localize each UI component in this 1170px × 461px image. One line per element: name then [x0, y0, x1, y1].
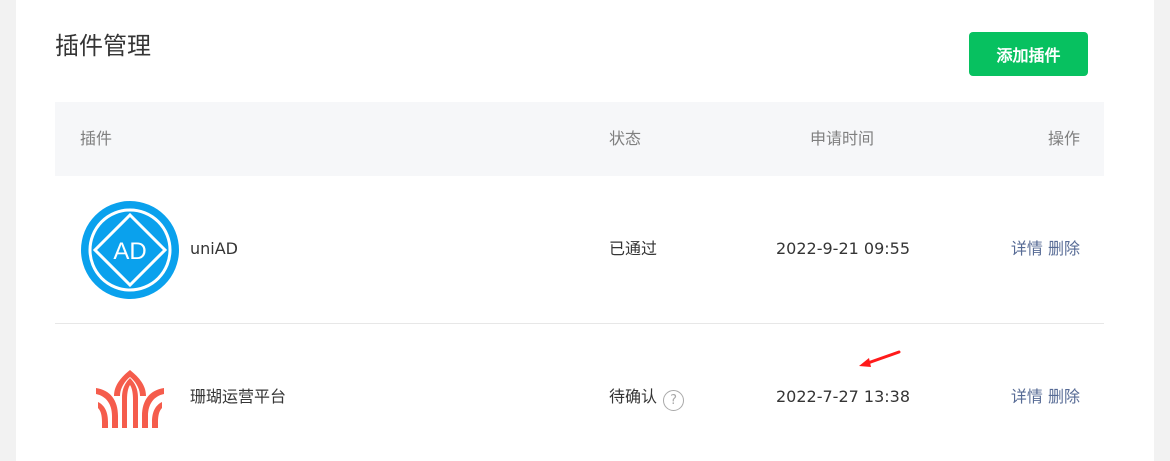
plugin-name: uniAD — [190, 239, 238, 258]
apply-time: 2022-9-21 09:55 — [776, 239, 910, 258]
status-text: 已通过 — [609, 239, 658, 258]
table-header: 插件 状态 申请时间 操作 — [55, 102, 1104, 176]
column-header-plugin: 插件 — [80, 129, 113, 148]
coral-logo-icon — [96, 370, 164, 428]
delete-link[interactable]: 删除 — [1048, 239, 1080, 258]
row-actions: 详情 删除 — [1011, 386, 1080, 408]
add-plugin-button[interactable]: 添加插件 — [969, 32, 1088, 76]
detail-link[interactable]: 详情 — [1011, 387, 1043, 406]
detail-link[interactable]: 详情 — [1011, 239, 1043, 258]
plugin-name: 珊瑚运营平台 — [190, 387, 287, 406]
status-cell: 待确认? — [609, 386, 685, 411]
column-header-apply-time: 申请时间 — [810, 129, 875, 148]
row-actions: 详情 删除 — [1011, 238, 1080, 260]
page-title: 插件管理 — [55, 32, 151, 60]
uniad-logo-text: AD — [113, 238, 146, 265]
column-header-actions: 操作 — [1047, 129, 1080, 148]
uniad-logo-icon: AD — [81, 201, 179, 299]
apply-time: 2022-7-27 13:38 — [776, 387, 910, 406]
delete-link[interactable]: 删除 — [1048, 387, 1080, 406]
table-row: 珊瑚运营平台 待确认? 2022-7-27 13:38 详情 删除 — [55, 324, 1104, 461]
column-header-status: 状态 — [609, 129, 642, 148]
table-row: AD uniAD 已通过 2022-9-21 09:55 详情 删除 — [55, 176, 1104, 324]
question-mark-icon[interactable]: ? — [663, 390, 685, 411]
status-text: 待确认 — [609, 387, 658, 406]
annotation-arrow-icon — [859, 350, 901, 367]
